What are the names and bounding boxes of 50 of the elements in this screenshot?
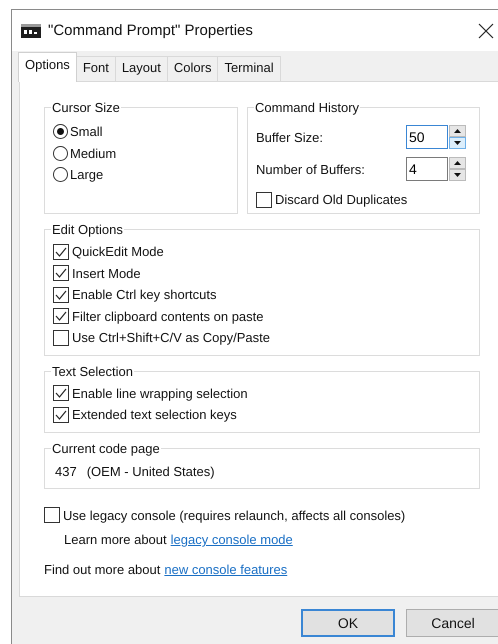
group-title: Edit Options xyxy=(51,222,124,237)
checkbox[interactable] xyxy=(53,265,69,282)
number-field[interactable]: 4 xyxy=(406,157,448,181)
tab[interactable]: Terminal xyxy=(217,56,281,81)
radio-label: Large xyxy=(70,167,104,182)
spin-down-icon[interactable] xyxy=(449,137,466,149)
checkbox-label: Enable line wrapping selection xyxy=(72,386,248,401)
checkbox[interactable] xyxy=(44,507,60,524)
close-icon[interactable] xyxy=(478,22,494,38)
checkbox[interactable] xyxy=(53,244,69,260)
spin-down-icon[interactable] xyxy=(449,169,466,181)
console-icon xyxy=(21,24,41,38)
number-field[interactable]: 50 xyxy=(406,125,448,149)
cancel-button[interactable]: Cancel xyxy=(406,609,498,637)
checkbox-label: Discard Old Duplicates xyxy=(275,192,408,208)
code-page-number: 437 xyxy=(55,464,77,478)
tab[interactable]: Options xyxy=(18,52,77,82)
field-label: Buffer Size: xyxy=(256,130,324,144)
group-title: Cursor Size xyxy=(51,100,121,115)
checkbox-label: QuickEdit Mode xyxy=(72,244,164,260)
link[interactable]: legacy console mode xyxy=(170,532,293,547)
note-text: Find out more about xyxy=(44,562,160,577)
checkbox[interactable] xyxy=(256,192,272,208)
checkbox-label: Enable Ctrl key shortcuts xyxy=(72,287,217,302)
group-title: Command History xyxy=(254,100,360,115)
group-title: Current code page xyxy=(51,440,161,456)
ok-button[interactable]: OK xyxy=(301,609,395,637)
window-title: "Command Prompt" Properties xyxy=(48,22,253,39)
checkbox-label: Use Ctrl+Shift+C/V as Copy/Paste xyxy=(72,330,270,346)
radio-label: Medium xyxy=(70,146,116,161)
checkbox[interactable] xyxy=(53,330,69,346)
checkbox[interactable] xyxy=(53,286,69,303)
spin-up-icon[interactable] xyxy=(449,157,466,169)
radio-button[interactable] xyxy=(53,124,68,140)
checkbox[interactable] xyxy=(53,308,69,324)
checkbox-label: Extended text selection keys xyxy=(72,407,237,422)
checkbox-label: Filter clipboard contents on paste xyxy=(72,308,264,324)
checkbox-label: Insert Mode xyxy=(72,266,141,281)
checkbox[interactable] xyxy=(53,406,69,423)
checkbox[interactable] xyxy=(53,385,69,402)
group-title: Text Selection xyxy=(51,364,134,378)
checkbox-label: Use legacy console (requires relaunch, affects all consoles) xyxy=(63,508,406,523)
code-page-name: (OEM - United States) xyxy=(86,464,215,478)
radio-button[interactable] xyxy=(53,146,68,161)
radio-label: Small xyxy=(70,124,103,140)
spin-up-icon[interactable] xyxy=(449,125,466,137)
note-text: Learn more about xyxy=(64,532,167,547)
link[interactable]: new console features xyxy=(164,562,288,577)
radio-button[interactable] xyxy=(53,167,68,182)
field-label: Number of Buffers: xyxy=(256,162,366,176)
